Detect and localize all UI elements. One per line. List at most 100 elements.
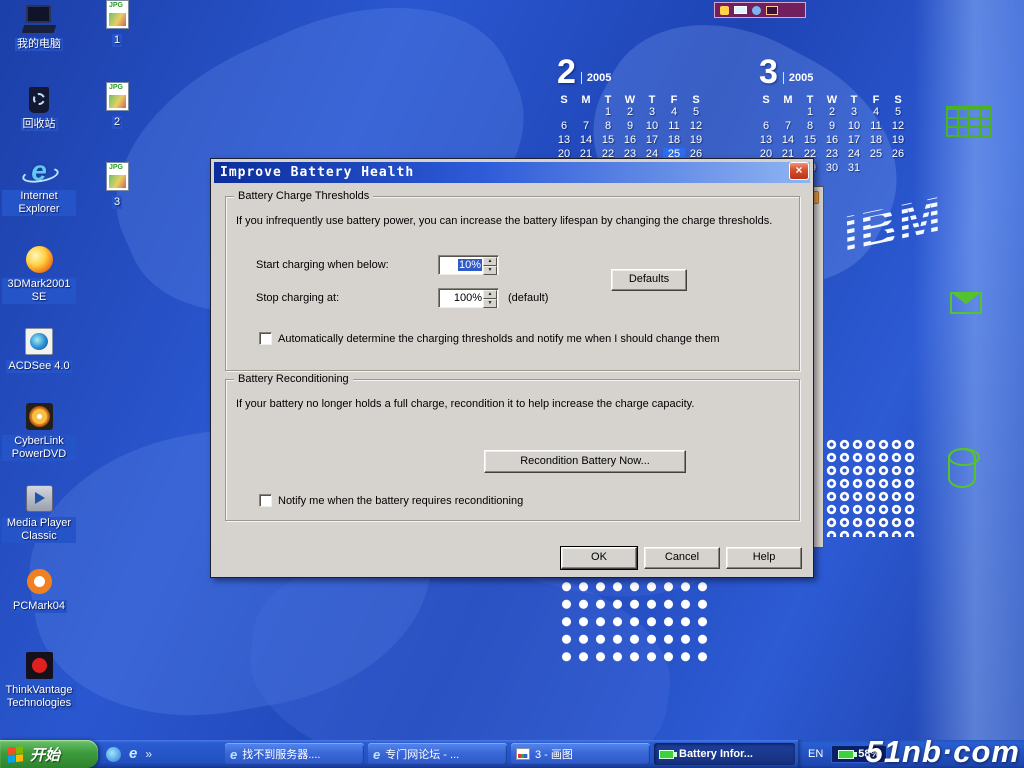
chevron-icon[interactable]: » [145, 746, 152, 762]
watermark: 51nb·com [866, 734, 1020, 768]
calendar-day-header: S [887, 94, 909, 106]
calendar-day: 15 [597, 134, 619, 148]
wallpaper-dot-grid [812, 438, 918, 537]
calendar-day: 14 [575, 134, 597, 148]
calendar-day: 25 [865, 148, 887, 162]
calendar-day: 17 [641, 134, 663, 148]
desktop-icon-jpg-2[interactable]: JPG 2 [78, 82, 156, 129]
desktop-icon-label: Media Player Classic [2, 517, 76, 543]
cancel-button[interactable]: Cancel [644, 547, 720, 569]
spin-down-icon[interactable]: ▼ [483, 299, 497, 308]
desktop-icon-label: Internet Explorer [2, 190, 76, 216]
calendar-day-header: S [553, 94, 575, 106]
task-button-forum[interactable]: e 专门网论坛 - ... [368, 743, 507, 765]
task-button-label: 专门网论坛 - ... [385, 746, 459, 762]
media-player-classic-icon [21, 483, 57, 515]
calendar-day: 2 [619, 106, 641, 120]
default-note: (default) [508, 292, 548, 304]
desktop-icon-3dmark2001[interactable]: 3DMark2001 SE [0, 244, 78, 304]
close-icon[interactable]: × [789, 162, 809, 180]
my-computer-icon [21, 4, 57, 36]
stop-charging-spinner[interactable]: 100% ▲ ▼ [438, 288, 499, 308]
desktop-icon-jpg-1[interactable]: JPG 1 [78, 0, 156, 47]
calendar-day: 16 [619, 134, 641, 148]
display-icon [766, 6, 778, 15]
start-charging-value[interactable]: 10% [458, 259, 482, 271]
task-button-server-not-found[interactable]: e 找不到服务器.... [225, 743, 364, 765]
calendar-day: 16 [821, 134, 843, 148]
desktop-icon-powerdvd[interactable]: CyberLink PowerDVD [0, 401, 78, 461]
desktop-icon-acdsee[interactable]: ACDSee 4.0 [0, 326, 78, 373]
spin-up-icon[interactable]: ▲ [483, 290, 497, 299]
jpg-file-icon: JPG [99, 0, 135, 32]
calendar-day: 30 [821, 162, 843, 176]
start-charging-spinner[interactable]: 10% ▲ ▼ [438, 255, 499, 275]
calendar-day [777, 106, 799, 120]
status-toolbar[interactable] [714, 2, 806, 18]
calendar-day: 1 [799, 106, 821, 120]
group-legend: Battery Charge Thresholds [234, 190, 373, 202]
improve-battery-health-dialog: Improve Battery Health × Battery Charge … [210, 158, 814, 578]
stop-charging-label: Stop charging at: [256, 292, 339, 304]
powerdvd-icon [21, 401, 57, 433]
battery-icon [838, 750, 854, 759]
quick-launch-ie-icon[interactable]: e [129, 746, 137, 762]
task-button-label: Battery Infor... [679, 748, 753, 760]
start-charging-label: Start charging when below: [256, 259, 389, 271]
ie-icon: e [230, 747, 237, 762]
calendar-month-number: 3 [759, 57, 778, 87]
calendar-day-header: F [663, 94, 685, 106]
calendar-month-number: 2 [557, 57, 576, 87]
desktop-icon-label: 回收站 [21, 118, 58, 131]
quick-launch-media-icon[interactable] [106, 747, 121, 762]
spin-down-icon[interactable]: ▼ [483, 266, 497, 275]
desktop-icon-my-computer[interactable]: 我的电脑 [0, 4, 78, 51]
desktop-icon-label: ACDSee 4.0 [6, 360, 71, 373]
calendar-day-header: M [575, 94, 597, 106]
wallpaper-cylinder-icon [948, 448, 976, 488]
calendar-day: 26 [887, 148, 909, 162]
ok-button[interactable]: OK [561, 547, 637, 569]
task-button-paint[interactable]: 3 - 画图 [511, 743, 650, 765]
calendar-day: 31 [843, 162, 865, 176]
reconditioning-description: If your battery no longer holds a full c… [236, 398, 792, 410]
spin-up-icon[interactable]: ▲ [483, 257, 497, 266]
notify-reconditioning-checkbox[interactable] [259, 494, 272, 507]
desktop-icon-label: 1 [112, 34, 122, 47]
task-button-battery-information[interactable]: Battery Infor... [654, 743, 795, 765]
auto-determine-checkbox[interactable] [259, 332, 272, 345]
calendar-day: 14 [777, 134, 799, 148]
group-legend: Battery Reconditioning [234, 373, 353, 385]
desktop-icon-recycle-bin[interactable]: 回收站 [0, 84, 78, 131]
defaults-button[interactable]: Defaults [611, 269, 687, 291]
language-indicator[interactable]: EN [808, 748, 823, 760]
dialog-titlebar[interactable]: Improve Battery Health [214, 162, 810, 183]
calendar-day: 3 [843, 106, 865, 120]
calendar-day: 13 [553, 134, 575, 148]
help-button[interactable]: Help [726, 547, 802, 569]
recondition-battery-button[interactable]: Recondition Battery Now... [484, 450, 686, 473]
calendar-day: 19 [685, 134, 707, 148]
desktop: IBM 2 2005 SMTWTFS 123456789101112131415… [0, 0, 1024, 768]
calendar-february: 2 2005 SMTWTFS 1234567891011121314151617… [553, 57, 717, 162]
calendar-day-header: W [619, 94, 641, 106]
stop-charging-value[interactable]: 100% [441, 291, 482, 305]
wallpaper-grid-icon [946, 106, 991, 137]
desktop-icon-label: 我的电脑 [15, 38, 63, 51]
calendar-day: 9 [821, 120, 843, 134]
acdsee-icon [21, 326, 57, 358]
internet-explorer-icon: e [21, 156, 57, 188]
calendar-day [553, 106, 575, 120]
auto-determine-label[interactable]: Automatically determine the charging thr… [278, 333, 788, 345]
desktop-icon-label: 2 [112, 116, 122, 129]
calendar-day: 10 [641, 120, 663, 134]
desktop-icon-jpg-3[interactable]: JPG 3 [78, 162, 156, 209]
desktop-icon-media-player-classic[interactable]: Media Player Classic [0, 483, 78, 543]
desktop-icon-thinkvantage[interactable]: ThinkVantage Technologies [0, 650, 78, 710]
start-button[interactable]: 开始 [0, 740, 98, 768]
desktop-icon-pcmark04[interactable]: PCMark04 [0, 566, 78, 613]
calendar-day: 11 [865, 120, 887, 134]
calendar-day: 4 [865, 106, 887, 120]
notify-reconditioning-label[interactable]: Notify me when the battery requires reco… [278, 495, 788, 507]
desktop-icon-internet-explorer[interactable]: e Internet Explorer [0, 156, 78, 216]
